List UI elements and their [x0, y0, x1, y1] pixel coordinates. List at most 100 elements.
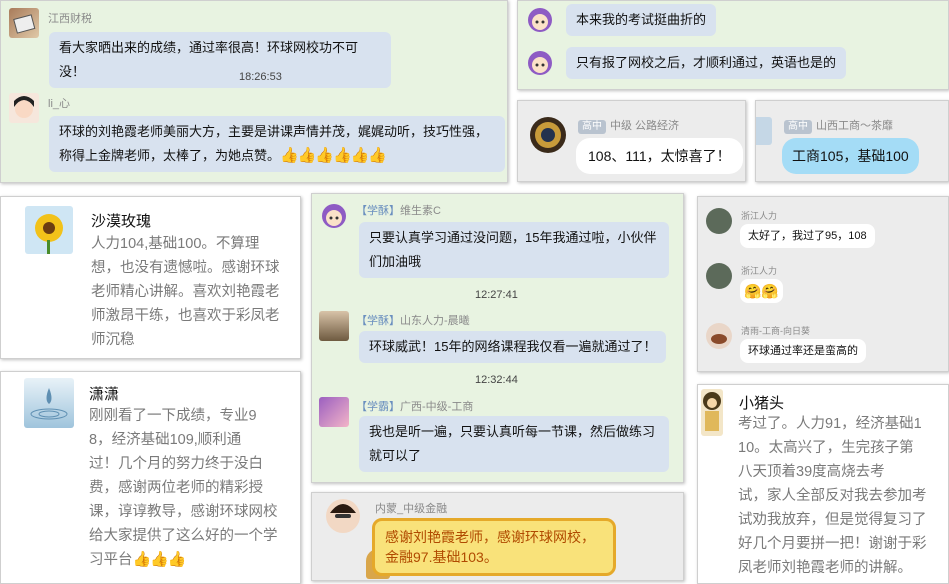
avatar — [9, 8, 39, 38]
avatar — [525, 4, 555, 34]
text-line: 八天顶着39度高烧去考 — [738, 464, 885, 480]
chat-message: 环球威武！15年的网络课程我仅看一遍就通过了！ — [359, 331, 667, 363]
chat-message: 只要认真学习通过没问题，15年我通过啦，小伙伴 们加油哦 — [359, 222, 669, 278]
chat-message: 工商105，基础100 — [782, 138, 919, 174]
user-name-text: 山东人力-晨曦 — [400, 315, 470, 327]
thumbs-up-icon: 👍👍👍👍👍👍 — [280, 147, 387, 164]
chat-message: 环球通过率还是蛮高的 — [740, 339, 866, 363]
thumbs-up-icon: 👍👍👍 — [132, 551, 187, 568]
face-icon — [330, 504, 356, 518]
avatar — [24, 378, 74, 428]
chat-card-shanxi: 高中 山西工商～茶靡 工商105，基础100 — [755, 100, 949, 182]
level-badge: 高中 — [578, 120, 606, 134]
text-line: 想，也没有遗憾啦。感谢环球 — [91, 260, 280, 276]
text-line: 刚刚看了一下成绩，专业9 — [89, 408, 257, 424]
sunflower-icon — [35, 214, 63, 254]
user-name: 【学酥】维生素C — [356, 202, 441, 218]
timestamp: 18:26:53 — [239, 71, 282, 83]
user-name: 内蒙_中级金融 — [375, 503, 448, 515]
post-body: 考过了。人力91，经济基础1 10。太高兴了，生完孩子第 八天顶着39度高烧去考… — [738, 412, 948, 580]
avatar — [530, 117, 566, 153]
user-tag: 【学霸】 — [356, 401, 400, 413]
user-name: li_心 — [48, 98, 71, 110]
user-name: 高中 中级 公路经济 — [578, 117, 679, 134]
girl-face-icon — [14, 96, 34, 118]
avatar — [525, 47, 555, 77]
tablet-icon — [13, 14, 36, 34]
message-line: 只要认真学习通过没问题，15年我通过啦，小伙伴 — [369, 230, 657, 245]
user-name: 浙江人力 — [741, 211, 778, 221]
timestamp: 12:27:41 — [475, 289, 518, 301]
text-line: 老师精心讲解。喜欢刘艳霞老 — [91, 284, 280, 300]
text-line: 人力104,基础100。不算理 — [91, 236, 260, 252]
chat-message: 感谢刘艳霞老师，感谢环球网校， 金融97.基础103。 — [372, 518, 616, 576]
avatar — [756, 117, 772, 145]
chat-message: 看大家晒出来的成绩，通过率很高！环球网校功不可没！ — [49, 32, 391, 88]
user-name: 高中 山西工商～茶靡 — [784, 117, 893, 134]
message-line: 们加油哦 — [369, 254, 422, 269]
purple-hair-girl-icon — [528, 51, 552, 75]
teacup-icon — [711, 334, 727, 344]
text-line: 凤老师刘艳霞老师的讲解。 — [738, 560, 912, 576]
user-name: 江西财税 — [48, 13, 92, 25]
user-name-text: 维生素C — [400, 205, 441, 217]
message-text: 称得上金牌老师，太棒了，为她点赞。 — [59, 148, 281, 163]
user-name: 【学霸】广西-中级-工商 — [356, 398, 473, 414]
user-tag: 【学酥】 — [356, 205, 400, 217]
message-line: 感谢刘艳霞老师，感谢环球网校， — [385, 529, 595, 545]
text-line: 师沉稳 — [91, 332, 135, 348]
text-line: 给大家提供了这么好的一个学 — [89, 528, 278, 544]
post-body: 刚刚看了一下成绩，专业9 8，经济基础109,顺利通 过！几个月的努力终于没白 … — [89, 404, 299, 572]
message-line: 称得上金牌老师，太棒了，为她点赞。👍👍👍👍👍👍 — [59, 144, 495, 168]
poster-name: 潇潇 — [89, 386, 120, 403]
level-badge: 高中 — [784, 120, 812, 134]
text-line: 费，感谢两位老师的精彩授 — [89, 480, 263, 496]
text-line: 习平台👍👍👍 — [89, 548, 299, 572]
avatar — [319, 200, 349, 230]
text-line: 8，经济基础109,顺利通 — [89, 432, 242, 448]
chat-message: 我也是听一遍，只要认真听每一节课，然后做练习 就可以了 — [359, 416, 669, 472]
chat-message: 只有报了网校之后，才顺利通过，英语也是的 — [566, 47, 847, 79]
chat-message: 环球的刘艳霞老师美丽大方，主要是讲课声情并茂，娓娓动听，技巧性强， 称得上金牌老… — [49, 116, 505, 172]
message-line: 就可以了 — [369, 448, 422, 463]
avatar — [706, 323, 732, 349]
user-name-text: 山西工商～茶靡 — [816, 120, 893, 132]
avatar — [706, 263, 732, 289]
post-card-xiaoxiao: 潇潇 刚刚看了一下成绩，专业9 8，经济基础109,顺利通 过！几个月的努力终于… — [0, 371, 301, 584]
avatar — [25, 206, 73, 254]
text-line: 10。太高兴了，生完孩子第 — [738, 440, 914, 456]
post-body: 人力104,基础100。不算理 想，也没有遗憾啦。感谢环球 老师精心讲解。喜欢刘… — [91, 232, 299, 352]
post-card-desert-rose: 沙漠玫瑰 人力104,基础100。不算理 想，也没有遗憾啦。感谢环球 老师精心讲… — [0, 196, 301, 359]
text-line: 过！几个月的努力终于没白 — [89, 456, 263, 472]
chat-card-zhejiang: 浙江人力 太好了，我过了95，108 浙江人力 🤗🤗 清雨-工商-向日葵 环球通… — [697, 196, 949, 372]
avatar — [9, 93, 39, 123]
message-line: 我也是听一遍，只要认真听每一节课，然后做练习 — [369, 424, 656, 439]
message-line: 环球的刘艳霞老师美丽大方，主要是讲课声情并茂，娓娓动听，技巧性强， — [59, 124, 489, 139]
chat-card-neimeng: 内蒙_中级金融 感谢刘艳霞老师，感谢环球网校， 金融97.基础103。 — [311, 492, 684, 581]
message-line: 金融97.基础103。 — [385, 549, 498, 565]
timestamp: 12:32:44 — [475, 374, 518, 386]
user-name: 浙江人力 — [741, 266, 778, 276]
user-name: 【学酥】山东人力-晨曦 — [356, 312, 470, 328]
text: 习平台 — [89, 552, 133, 568]
chat-card-jiangxi: 江西财税 看大家晒出来的成绩，通过率很高！环球网校功不可没！ 18:26:53 … — [0, 0, 508, 183]
user-name: 清雨-工商-向日葵 — [741, 326, 810, 336]
water-drop-icon — [30, 388, 68, 420]
user-name-text: 中级 公路经济 — [610, 120, 680, 132]
avatar — [706, 208, 732, 234]
emblem-icon — [535, 122, 561, 148]
purple-hair-girl-icon — [322, 204, 346, 228]
avatar — [319, 397, 349, 427]
avatar — [701, 389, 723, 436]
text-line: 考过了。人力91，经济基础1 — [738, 416, 922, 432]
poster-name: 小猪头 — [739, 395, 785, 412]
poster-name: 沙漠玫瑰 — [91, 213, 152, 230]
chat-card-group: 【学酥】维生素C 只要认真学习通过没问题，15年我通过啦，小伙伴 们加油哦 12… — [311, 193, 684, 483]
text-line: 课，谆谆教导，感谢环球网校 — [89, 504, 278, 520]
avatar — [319, 311, 349, 341]
user-tag: 【学酥】 — [356, 315, 400, 327]
purple-hair-girl-icon — [528, 8, 552, 32]
text-line: 试，家人全部反对我去参加考 — [738, 488, 927, 504]
chat-message: 太好了，我过了95，108 — [740, 224, 875, 248]
avatar — [326, 499, 360, 533]
